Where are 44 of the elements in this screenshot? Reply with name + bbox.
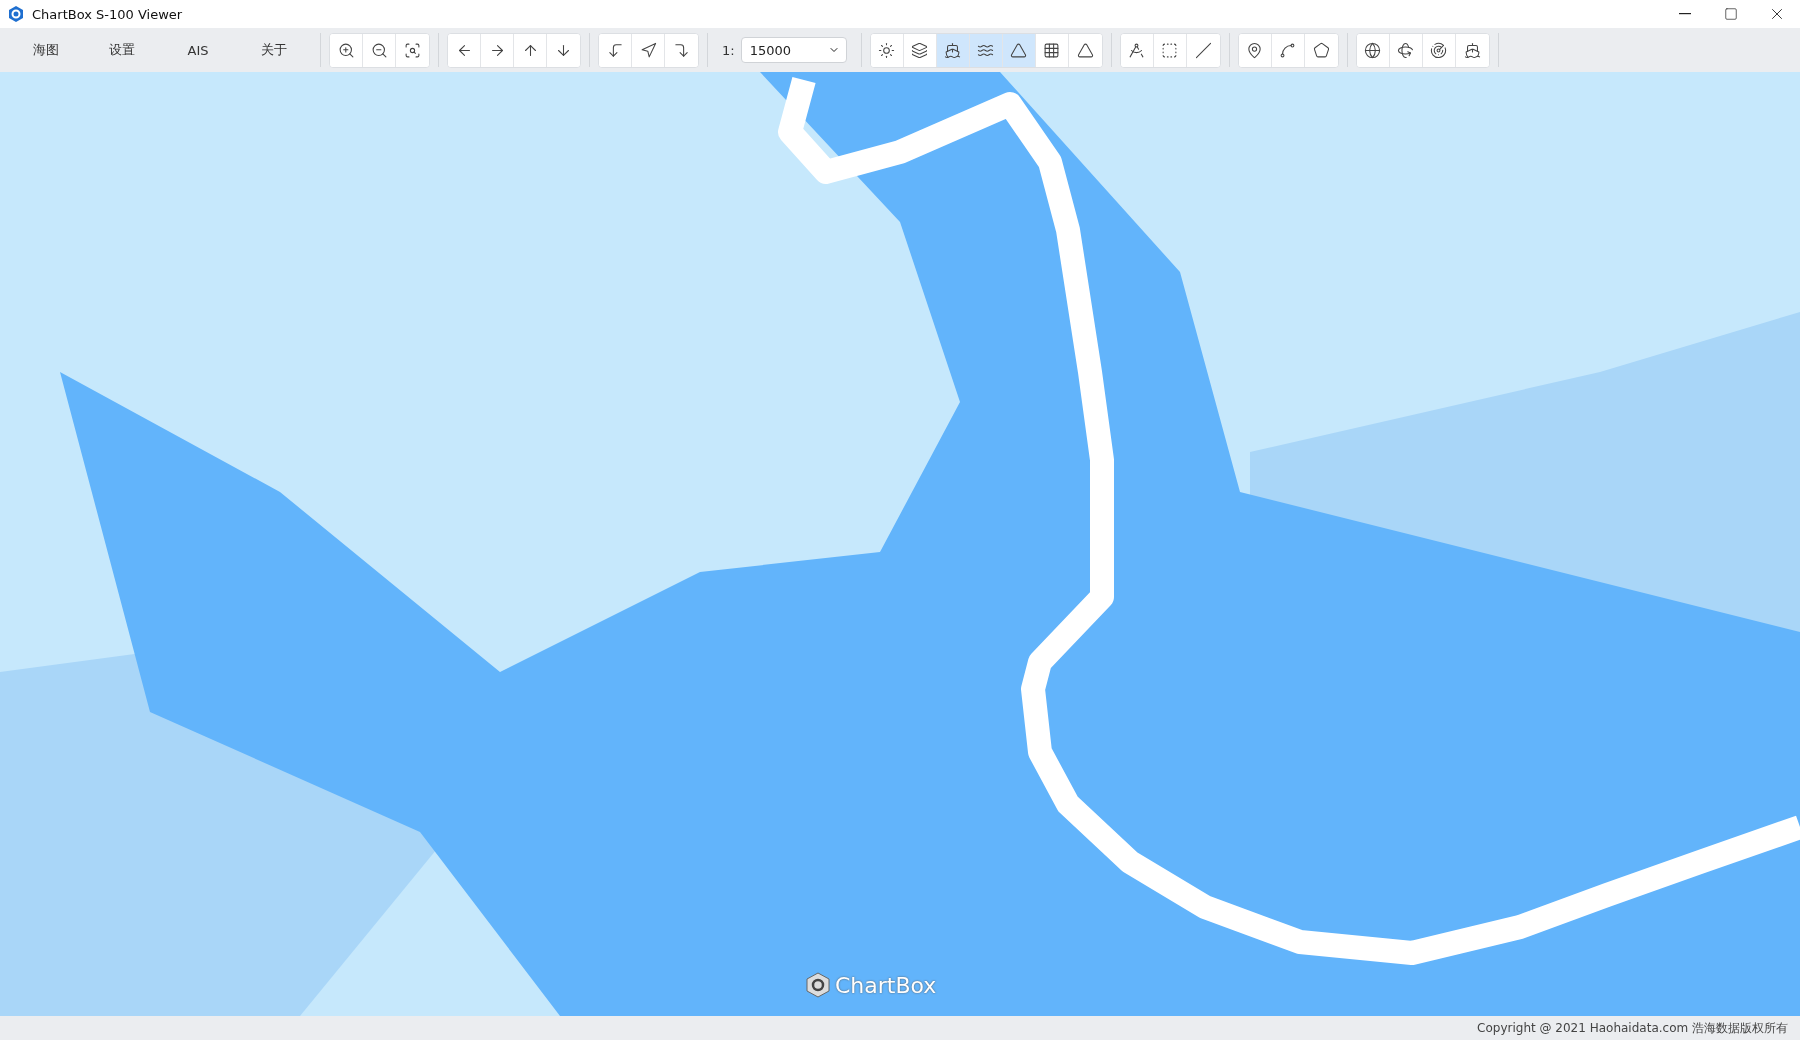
maximize-icon	[1724, 7, 1738, 21]
drafting-compass-icon	[1128, 41, 1146, 59]
chartbox-logo-icon	[805, 972, 831, 998]
scan-search-icon	[404, 41, 421, 59]
chartbox-logo-text: ChartBox	[835, 972, 937, 998]
triangle-icon	[1076, 41, 1094, 59]
spline-icon	[1279, 41, 1297, 59]
window-title: ChartBox S-100 Viewer	[32, 6, 183, 22]
radar-icon	[1430, 41, 1448, 59]
grid-icon	[1043, 41, 1061, 59]
pentagon-icon	[1312, 41, 1330, 59]
globe-icon	[1364, 41, 1382, 59]
layers-icon	[911, 41, 929, 59]
toolbar-button[interactable]	[330, 33, 363, 67]
slash-icon	[1194, 41, 1212, 59]
dashed-square-icon	[1161, 41, 1179, 59]
zoom-in-icon	[337, 41, 355, 59]
navigation-arrow-icon	[639, 41, 657, 59]
corner-arrow-icon	[606, 41, 624, 59]
menu-item[interactable]: 海图	[8, 34, 84, 66]
toolbar-button[interactable]	[1238, 33, 1272, 67]
ship-icon	[1463, 41, 1481, 59]
minimize-icon	[1679, 13, 1691, 15]
sun-icon	[878, 41, 896, 59]
toolbar-button[interactable]	[969, 33, 1003, 67]
rotate-3d-icon	[1397, 41, 1415, 59]
menu-item[interactable]: 设置	[84, 34, 160, 66]
scale-dropdown[interactable]: 15000	[740, 37, 847, 63]
toolbar-button[interactable]	[870, 33, 904, 67]
triangle-icon	[1010, 41, 1028, 59]
app-logo-icon	[8, 6, 24, 22]
toolbar-button[interactable]	[1120, 33, 1154, 67]
ship-icon	[944, 41, 962, 59]
zoom-out-icon	[370, 41, 388, 59]
toolbar-button[interactable]	[599, 33, 632, 67]
menu-item[interactable]: AIS	[160, 34, 236, 66]
toolbar-button[interactable]	[1002, 33, 1036, 67]
menu-item[interactable]: 关于	[236, 34, 312, 66]
toolbar-button[interactable]	[1356, 33, 1390, 67]
map-pin-icon	[1246, 41, 1264, 59]
toolbar-button[interactable]	[936, 33, 970, 67]
corner-arrow-icon	[673, 41, 690, 59]
scale-label: 1:	[722, 42, 735, 58]
copyright-text: Copyright @ 2021 Haohaidata.com 浩海数据版权所有	[1477, 1019, 1788, 1037]
